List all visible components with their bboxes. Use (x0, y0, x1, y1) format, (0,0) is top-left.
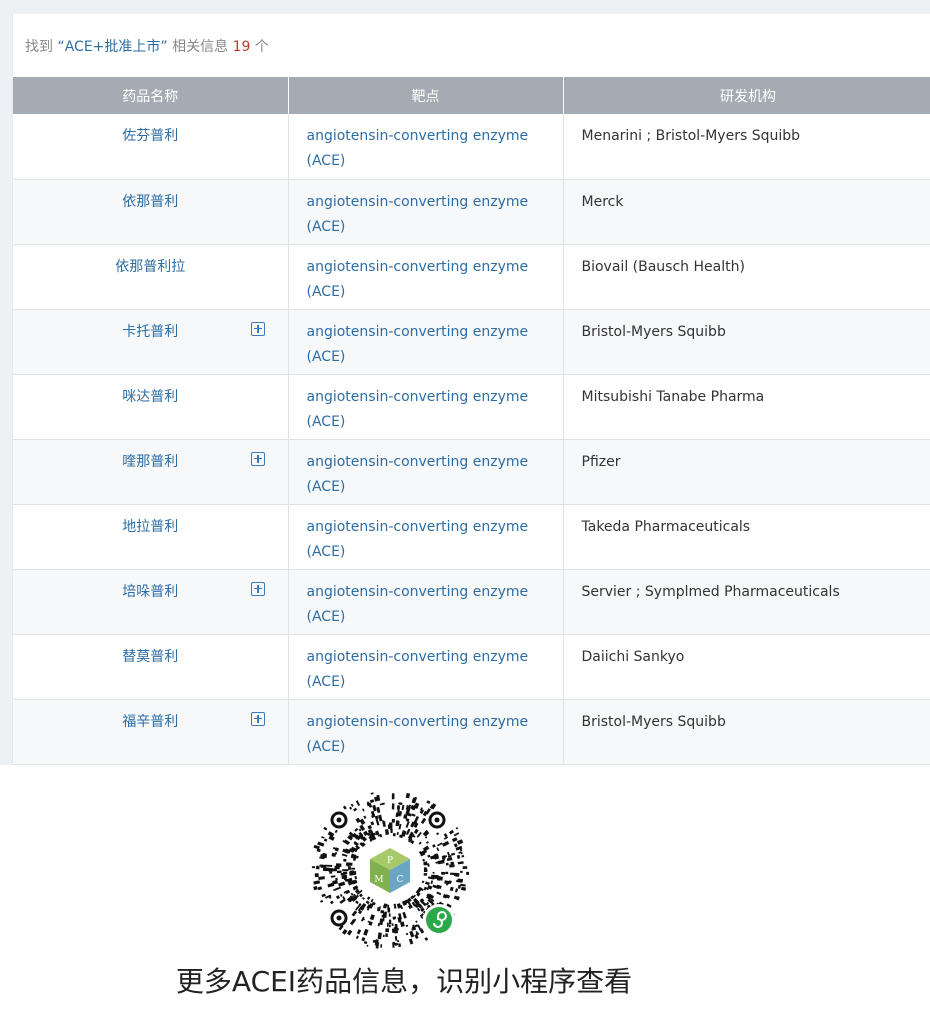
developer-cell: Pfizer (563, 439, 930, 505)
drug-name-link[interactable]: 地拉普利 (122, 519, 178, 535)
table-body: 佐芬普利 angiotensin-converting enzyme (ACE) M… (13, 114, 930, 765)
drug-name-cell: 佐芬普利 (13, 114, 289, 180)
developer-cell: Biovail (Bausch Health) (563, 244, 930, 310)
header-developer[interactable]: 研发机构 (563, 77, 930, 114)
drug-name-cell: 替莫普利 (13, 634, 289, 700)
summary-query[interactable]: “ACE+批准上市” (57, 39, 167, 55)
target-link[interactable]: angiotensin-converting enzyme (ACE) (288, 634, 564, 700)
header-target[interactable]: 靶点 (288, 77, 564, 114)
drug-name-cell: 培哚普利 (13, 569, 289, 635)
drug-name-link[interactable]: 咪达普利 (122, 389, 178, 405)
table-row: 地拉普利 angiotensin-converting enzyme (ACE) T… (13, 504, 930, 570)
logo-letter-c: C (397, 875, 404, 885)
expand-plus-icon[interactable] (251, 451, 265, 466)
target-link[interactable]: angiotensin-converting enzyme (ACE) (288, 569, 564, 635)
table-row: 培哚普利 angiotensin-converting enzyme (ACE) S… (13, 569, 930, 635)
drug-name-cell: 卡托普利 (13, 309, 289, 375)
target-link[interactable]: angiotensin-converting enzyme (ACE) (288, 309, 564, 375)
header-drug-name[interactable]: 药品名称 (13, 77, 289, 114)
qr-code: P M C (311, 792, 469, 949)
drug-table: 药品名称 靶点 研发机构 佐芬普利 angiotensin-converting … (13, 77, 930, 765)
results-card: 找到 “ACE+批准上市” 相关信息 19 个 药品名称 靶点 研发机构 佐芬普… (12, 14, 930, 765)
expand-plus-icon[interactable] (251, 581, 265, 596)
table-row: 佐芬普利 angiotensin-converting enzyme (ACE) M… (13, 114, 930, 180)
target-link[interactable]: angiotensin-converting enzyme (ACE) (288, 439, 564, 505)
promo-caption: 更多ACEI药品信息，识别小程序查看 (175, 965, 633, 998)
table-row: 咪达普利 angiotensin-converting enzyme (ACE) M… (13, 374, 930, 440)
drug-name-link[interactable]: 依那普利 (122, 194, 178, 210)
table-row: 喹那普利 angiotensin-converting enzyme (ACE) P… (13, 439, 930, 505)
table-row: 依那普利拉 angiotensin-converting enzyme (ACE)… (13, 244, 930, 310)
table-row: 卡托普利 angiotensin-converting enzyme (ACE) B… (13, 309, 930, 375)
drug-name-link[interactable]: 福辛普利 (122, 714, 178, 730)
expand-plus-icon[interactable] (251, 321, 265, 336)
developer-cell: Bristol-Myers Squibb (563, 699, 930, 765)
drug-name-link[interactable]: 佐芬普利 (122, 128, 178, 144)
drug-name-link[interactable]: 替莫普利 (122, 649, 178, 665)
qr-finder-top-right (428, 811, 446, 829)
mini-program-icon (423, 904, 455, 936)
logo-letter-p: P (387, 856, 393, 866)
target-link[interactable]: angiotensin-converting enzyme (ACE) (288, 374, 564, 440)
drug-name-cell: 地拉普利 (13, 504, 289, 570)
drug-name-link[interactable]: 喹那普利 (122, 454, 178, 470)
table-header-row: 药品名称 靶点 研发机构 (13, 77, 930, 114)
expand-plus-icon[interactable] (251, 711, 265, 726)
developer-cell: Takeda Pharmaceuticals (563, 504, 930, 570)
developer-cell: Bristol-Myers Squibb (563, 309, 930, 375)
target-link[interactable]: angiotensin-converting enzyme (ACE) (288, 699, 564, 765)
qr-finder-top-left (330, 811, 348, 829)
search-results-panel: 找到 “ACE+批准上市” 相关信息 19 个 药品名称 靶点 研发机构 佐芬普… (0, 0, 930, 765)
drug-name-cell: 依那普利 (13, 179, 289, 245)
developer-cell: Daiichi Sankyo (563, 634, 930, 700)
table-row: 福辛普利 angiotensin-converting enzyme (ACE) B… (13, 699, 930, 765)
developer-cell: Merck (563, 179, 930, 245)
summary-middle: 相关信息 (167, 39, 233, 55)
drug-name-link[interactable]: 依那普利拉 (115, 259, 185, 275)
summary-suffix: 个 (250, 39, 269, 55)
target-link[interactable]: angiotensin-converting enzyme (ACE) (288, 179, 564, 245)
drug-name-cell: 喹那普利 (13, 439, 289, 505)
developer-cell: Mitsubishi Tanabe Pharma (563, 374, 930, 440)
drug-name-cell: 福辛普利 (13, 699, 289, 765)
qr-finder-bottom-left (330, 909, 348, 927)
table-row: 替莫普利 angiotensin-converting enzyme (ACE) D… (13, 634, 930, 700)
developer-cell: Servier ; Symplmed Pharmaceuticals (563, 569, 930, 635)
table-row: 依那普利 angiotensin-converting enzyme (ACE) M… (13, 179, 930, 245)
summary-prefix: 找到 (25, 39, 53, 55)
target-link[interactable]: angiotensin-converting enzyme (ACE) (288, 504, 564, 570)
drug-name-link[interactable]: 卡托普利 (122, 324, 178, 340)
target-link[interactable]: angiotensin-converting enzyme (ACE) (288, 244, 564, 310)
developer-cell: Menarini ; Bristol-Myers Squibb (563, 114, 930, 180)
result-count: 19 (232, 39, 251, 55)
drug-name-cell: 依那普利拉 (13, 244, 289, 310)
drug-name-cell: 咪达普利 (13, 374, 289, 440)
drug-name-link[interactable]: 培哚普利 (122, 584, 178, 600)
target-link[interactable]: angiotensin-converting enzyme (ACE) (288, 114, 564, 180)
result-summary: 找到 “ACE+批准上市” 相关信息 19 个 (25, 36, 269, 56)
logo-letter-m: M (374, 875, 383, 885)
